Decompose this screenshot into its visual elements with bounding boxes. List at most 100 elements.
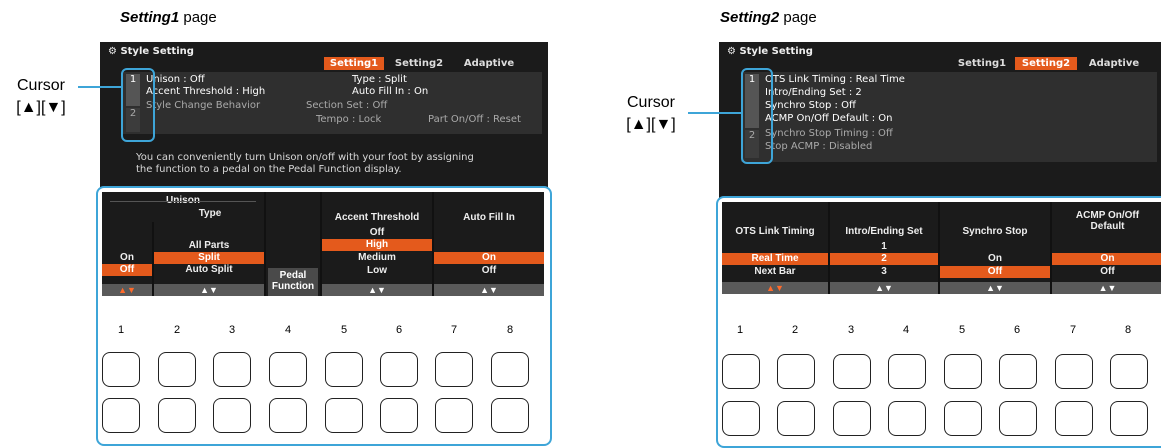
style-setting-screen-setting1: ⚙ Style Setting Setting1 Setting2 Adapti… — [100, 42, 548, 188]
button-number-7: 7 — [450, 324, 458, 336]
screen-title-2: ⚙ Style Setting — [727, 46, 813, 57]
synchro-option-off[interactable]: Off — [940, 266, 1050, 278]
button-number-1: 1 — [117, 324, 125, 336]
button-panel-setting1: Unison Type On Off ▲▼ All Parts Split Au… — [96, 186, 552, 446]
unison-option-off[interactable]: Off — [102, 264, 152, 276]
type-option-split[interactable]: Split — [154, 252, 264, 264]
accent-option-high[interactable]: High — [322, 239, 432, 251]
intro-option-3[interactable]: 3 — [830, 266, 938, 278]
button-number-5: 5 — [340, 324, 348, 336]
accent-threshold-value: Accent Threshold : High — [146, 86, 266, 97]
upper-button-2-2[interactable] — [777, 354, 815, 389]
upper-button-5-2[interactable] — [944, 354, 982, 389]
intro-up-down-icon: ▲▼ — [830, 282, 938, 294]
upper-button-1[interactable] — [102, 352, 140, 387]
button-number-7-2: 7 — [1069, 324, 1077, 336]
upper-button-2[interactable] — [158, 352, 196, 387]
lower-button-6-2[interactable] — [999, 401, 1037, 436]
lower-button-5-2[interactable] — [944, 401, 982, 436]
ots-option-next-bar[interactable]: Next Bar — [722, 266, 828, 278]
synchro-up-down-icon: ▲▼ — [940, 282, 1050, 294]
unison-option-on[interactable]: On — [102, 252, 152, 264]
upper-button-8[interactable] — [491, 352, 529, 387]
button-number-2-2: 2 — [791, 324, 799, 336]
upper-button-8-2[interactable] — [1110, 354, 1148, 389]
info-text: You can conveniently turn Unison on/off … — [136, 152, 474, 175]
accent-option-medium[interactable]: Medium — [322, 252, 432, 264]
tab-setting2[interactable]: Setting2 — [388, 57, 450, 70]
setting1-page-heading: Setting1 page — [120, 9, 217, 26]
lower-button-8[interactable] — [491, 398, 529, 433]
upper-button-7-2[interactable] — [1055, 354, 1093, 389]
type-option-auto-split[interactable]: Auto Split — [154, 264, 264, 276]
accent-option-off[interactable]: Off — [322, 227, 432, 239]
lower-button-4[interactable] — [269, 398, 307, 433]
lower-button-2[interactable] — [158, 398, 196, 433]
cursor-label-right: Cursor [▲][▼] — [626, 94, 676, 133]
lower-button-4-2[interactable] — [888, 401, 926, 436]
lower-button-3-2[interactable] — [833, 401, 871, 436]
button-number-1-2: 1 — [736, 324, 744, 336]
acmp-option-off[interactable]: Off — [1052, 266, 1161, 278]
acmp-up-down-icon: ▲▼ — [1052, 282, 1161, 294]
upper-button-7[interactable] — [435, 352, 473, 387]
tab-setting1-2[interactable]: Setting1 — [951, 57, 1013, 70]
ots-link-timing-label: OTS Link Timing — [735, 226, 815, 237]
intro-option-2[interactable]: 2 — [830, 253, 938, 265]
settings-list: 1 2 Unison : Off Type : Split Accent Thr… — [122, 72, 542, 134]
tempo-value: Tempo : Lock — [316, 114, 382, 125]
lower-button-1-2[interactable] — [722, 401, 760, 436]
pedal-function-button[interactable]: Pedal Function — [268, 268, 318, 296]
button-number-8-2: 8 — [1124, 324, 1132, 336]
autofill-option-on[interactable]: On — [434, 252, 544, 264]
unison-up-down-icon: ▲▼ — [102, 284, 152, 296]
pedal-function-column: Pedal Function — [266, 192, 320, 296]
lower-button-2-2[interactable] — [777, 401, 815, 436]
upper-button-1-2[interactable] — [722, 354, 760, 389]
upper-button-5[interactable] — [325, 352, 363, 387]
upper-button-6[interactable] — [380, 352, 418, 387]
tab-adaptive[interactable]: Adaptive — [458, 57, 520, 70]
upper-button-6-2[interactable] — [999, 354, 1037, 389]
ots-link-timing-column: OTS Link Timing Real Time Next Bar ▲▼ — [722, 202, 828, 294]
tab-setting2-2[interactable]: Setting2 — [1015, 57, 1077, 70]
intro-option-1[interactable]: 1 — [830, 241, 938, 253]
auto-fill-in-label: Auto Fill In — [463, 212, 515, 223]
acmp-default-value: ACMP On/Off Default : On — [765, 113, 893, 124]
button-number-2: 2 — [173, 324, 181, 336]
tab-setting1[interactable]: Setting1 — [324, 57, 384, 70]
synchro-option-on[interactable]: On — [940, 253, 1050, 265]
upper-button-4[interactable] — [269, 352, 307, 387]
upper-button-3-2[interactable] — [833, 354, 871, 389]
section-set-value: Section Set : Off — [306, 100, 388, 111]
style-setting-screen-setting2: ⚙ Style Setting Setting1 Setting2 Adapti… — [719, 42, 1161, 198]
screen-title: ⚙ Style Setting — [108, 46, 194, 57]
upper-button-3[interactable] — [213, 352, 251, 387]
cursor-highlight-right — [741, 68, 773, 164]
part-on-off-value: Part On/Off : Reset — [428, 114, 521, 125]
auto-fill-in-value: Auto Fill In : On — [352, 86, 429, 97]
tab-adaptive-2[interactable]: Adaptive — [1083, 57, 1145, 70]
autofill-option-off[interactable]: Off — [434, 265, 544, 277]
lower-button-8-2[interactable] — [1110, 401, 1148, 436]
accent-up-down-icon: ▲▼ — [322, 284, 432, 296]
lower-button-7[interactable] — [435, 398, 473, 433]
accent-option-low[interactable]: Low — [322, 265, 432, 277]
acmp-default-label: ACMP On/Off Default — [1075, 210, 1140, 232]
cursor-label-left: Cursor [▲][▼] — [16, 77, 66, 116]
cursor-leader-left — [78, 86, 122, 88]
upper-button-4-2[interactable] — [888, 354, 926, 389]
ots-option-real-time[interactable]: Real Time — [722, 253, 828, 265]
lower-button-7-2[interactable] — [1055, 401, 1093, 436]
button-number-4-2: 4 — [902, 324, 910, 336]
type-value: Type : Split — [352, 74, 407, 85]
synchro-stop-value: Synchro Stop : Off — [765, 100, 856, 111]
parameter-columns: Unison Type On Off ▲▼ All Parts Split Au… — [102, 192, 544, 296]
acmp-option-on[interactable]: On — [1052, 253, 1161, 265]
lower-button-3[interactable] — [213, 398, 251, 433]
lower-button-6[interactable] — [380, 398, 418, 433]
lower-button-1[interactable] — [102, 398, 140, 433]
lower-button-5[interactable] — [325, 398, 363, 433]
intro-ending-set-value: Intro/Ending Set : 2 — [765, 87, 862, 98]
type-option-all-parts[interactable]: All Parts — [154, 240, 264, 252]
